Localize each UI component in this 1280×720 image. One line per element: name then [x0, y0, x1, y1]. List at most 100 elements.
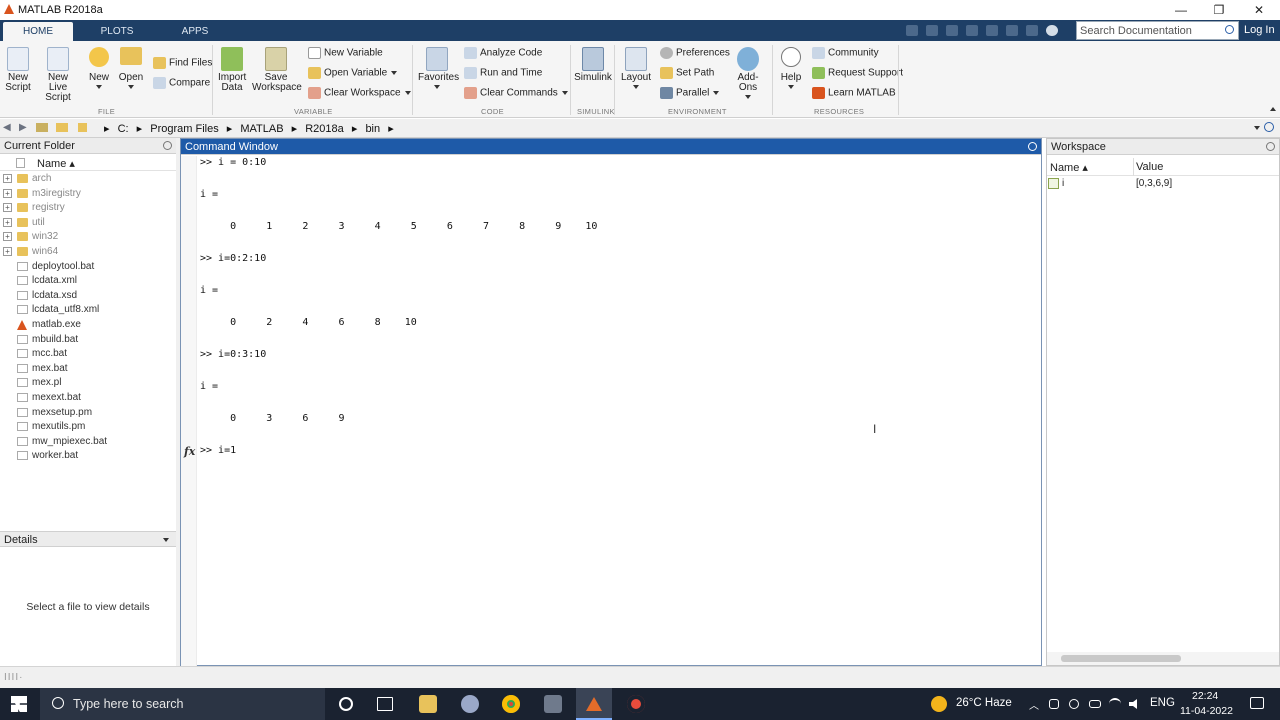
wifi-icon[interactable] [1109, 698, 1121, 710]
parallel-button[interactable]: Parallel [660, 87, 720, 99]
ws-value-column[interactable]: Value [1136, 161, 1163, 173]
expand-icon[interactable]: + [3, 232, 12, 242]
search-documentation-input[interactable]: Search Documentation [1076, 21, 1239, 40]
copy-icon[interactable] [946, 25, 958, 36]
list-item[interactable]: + win32 [0, 230, 176, 244]
volume-icon[interactable] [1129, 699, 1137, 709]
chevron-down-icon[interactable] [163, 538, 169, 542]
close-button[interactable]: ✕ [1240, 0, 1278, 20]
expand-icon[interactable]: + [3, 247, 12, 256]
minimize-button[interactable]: — [1162, 0, 1200, 20]
up-folder-icon[interactable] [36, 123, 48, 132]
clock-time[interactable]: 22:24 [1192, 690, 1218, 702]
simulink-button[interactable]: Simulink [574, 47, 612, 83]
list-item[interactable]: mcc.bat [0, 347, 176, 361]
run-and-time-button[interactable]: Run and Time [464, 67, 542, 79]
help-icon[interactable] [1046, 25, 1058, 36]
parallel-dropdown-icon[interactable] [713, 91, 720, 95]
scrollbar-thumb[interactable] [1061, 655, 1181, 662]
find-files-button[interactable]: Find Files [153, 57, 212, 69]
clear-workspace-button[interactable]: Clear Workspace [308, 87, 411, 99]
new-live-script-button[interactable]: New Live Script [37, 47, 79, 103]
weather-icon[interactable] [931, 696, 947, 712]
open-variable-dropdown-icon[interactable] [391, 71, 398, 75]
expand-icon[interactable]: + [3, 203, 12, 213]
request-support-button[interactable]: Request Support [812, 67, 903, 79]
cortana-icon[interactable] [339, 697, 353, 711]
expand-icon[interactable]: + [3, 217, 12, 227]
open-button[interactable]: Open [118, 47, 144, 93]
list-item[interactable]: mexext.bat [0, 391, 176, 405]
set-path-button[interactable]: Set Path [660, 67, 714, 79]
language-indicator[interactable]: ENG [1150, 697, 1175, 709]
list-item[interactable]: + registry [0, 201, 176, 215]
list-item[interactable]: mexsetup.pm [0, 406, 176, 420]
learn-matlab-button[interactable]: Learn MATLAB [812, 87, 896, 99]
ws-name-column[interactable]: Name ▴ [1050, 161, 1088, 174]
cut-icon[interactable] [926, 25, 938, 36]
breadcrumb-item[interactable]: MATLAB [240, 123, 283, 135]
browse-folder-icon[interactable] [56, 123, 68, 132]
list-item[interactable]: matlab.exe [0, 318, 176, 332]
weather-text[interactable]: 26°C Haze [956, 697, 1012, 709]
chevron-up-icon[interactable]: ︿ [1029, 697, 1039, 712]
clock-date[interactable]: 11-04-2022 [1180, 705, 1233, 717]
panel-menu-icon[interactable] [1266, 142, 1275, 151]
list-item[interactable]: mex.pl [0, 376, 176, 390]
collapse-ribbon-icon[interactable] [1270, 107, 1276, 111]
task-view-icon[interactable] [377, 697, 393, 711]
fx-icon[interactable]: fx [184, 445, 195, 458]
clear-commands-button[interactable]: Clear Commands [464, 87, 568, 99]
list-item[interactable]: + m3iregistry [0, 187, 176, 201]
analyze-code-button[interactable]: Analyze Code [464, 47, 542, 59]
search-folder-icon[interactable] [1264, 122, 1274, 132]
tray-app-icon[interactable] [1069, 699, 1079, 709]
table-row[interactable]: i [0,3,6,9] [1047, 177, 1279, 192]
list-item[interactable]: mw_mpiexec.bat [0, 435, 176, 449]
tab-apps[interactable]: APPS [160, 22, 230, 41]
tab-home[interactable]: HOME [3, 22, 73, 41]
clear-workspace-dropdown-icon[interactable] [404, 91, 411, 95]
list-item[interactable]: mexutils.pm [0, 420, 176, 434]
list-item[interactable]: mex.bat [0, 362, 176, 376]
recorder-icon[interactable] [627, 695, 645, 713]
app-icon[interactable] [461, 695, 479, 713]
compare-button[interactable]: Compare [153, 77, 210, 89]
list-item[interactable]: mbuild.bat [0, 333, 176, 347]
switch-windows-icon[interactable] [1026, 25, 1038, 36]
file-explorer-icon[interactable] [419, 695, 437, 713]
expand-icon[interactable]: + [3, 174, 12, 183]
restore-button[interactable]: ❐ [1200, 0, 1238, 20]
list-item[interactable]: lcdata_utf8.xml [0, 303, 176, 317]
new-button[interactable]: New [86, 47, 112, 93]
list-item[interactable]: + util [0, 216, 176, 230]
community-button[interactable]: Community [812, 47, 879, 59]
wb-app-icon[interactable] [544, 695, 562, 713]
name-column[interactable]: Name ▴ [37, 157, 75, 170]
matlab-taskbar-button[interactable] [576, 688, 612, 720]
list-item[interactable]: + arch [0, 172, 176, 186]
preferences-button[interactable]: Preferences [660, 47, 730, 59]
back-icon[interactable]: ◀ [3, 123, 15, 133]
tab-plots[interactable]: PLOTS [82, 22, 152, 41]
undo-icon[interactable] [986, 25, 998, 36]
breadcrumb-item[interactable]: bin [365, 123, 380, 135]
new-variable-button[interactable]: New Variable [308, 47, 383, 59]
breadcrumb-item[interactable]: R2018a [305, 123, 344, 135]
panel-menu-icon[interactable] [163, 141, 172, 150]
redo-icon[interactable] [1006, 25, 1018, 36]
column-divider[interactable] [1133, 158, 1134, 176]
address-dropdown-icon[interactable] [1254, 126, 1260, 130]
list-item[interactable]: lcdata.xml [0, 274, 176, 288]
search-icon[interactable] [1225, 25, 1234, 34]
open-variable-button[interactable]: Open Variable [308, 67, 398, 79]
horizontal-scrollbar[interactable] [1047, 652, 1279, 665]
expand-icon[interactable]: + [3, 188, 12, 198]
help-button[interactable]: Help [778, 47, 804, 93]
login-link[interactable]: Log In [1244, 24, 1275, 36]
paste-icon[interactable] [966, 25, 978, 36]
list-item[interactable]: + win64 [0, 245, 176, 259]
layout-button[interactable]: Layout [621, 47, 651, 93]
panel-menu-icon[interactable] [1028, 142, 1037, 151]
breadcrumb-item[interactable]: Program Files [150, 123, 218, 135]
